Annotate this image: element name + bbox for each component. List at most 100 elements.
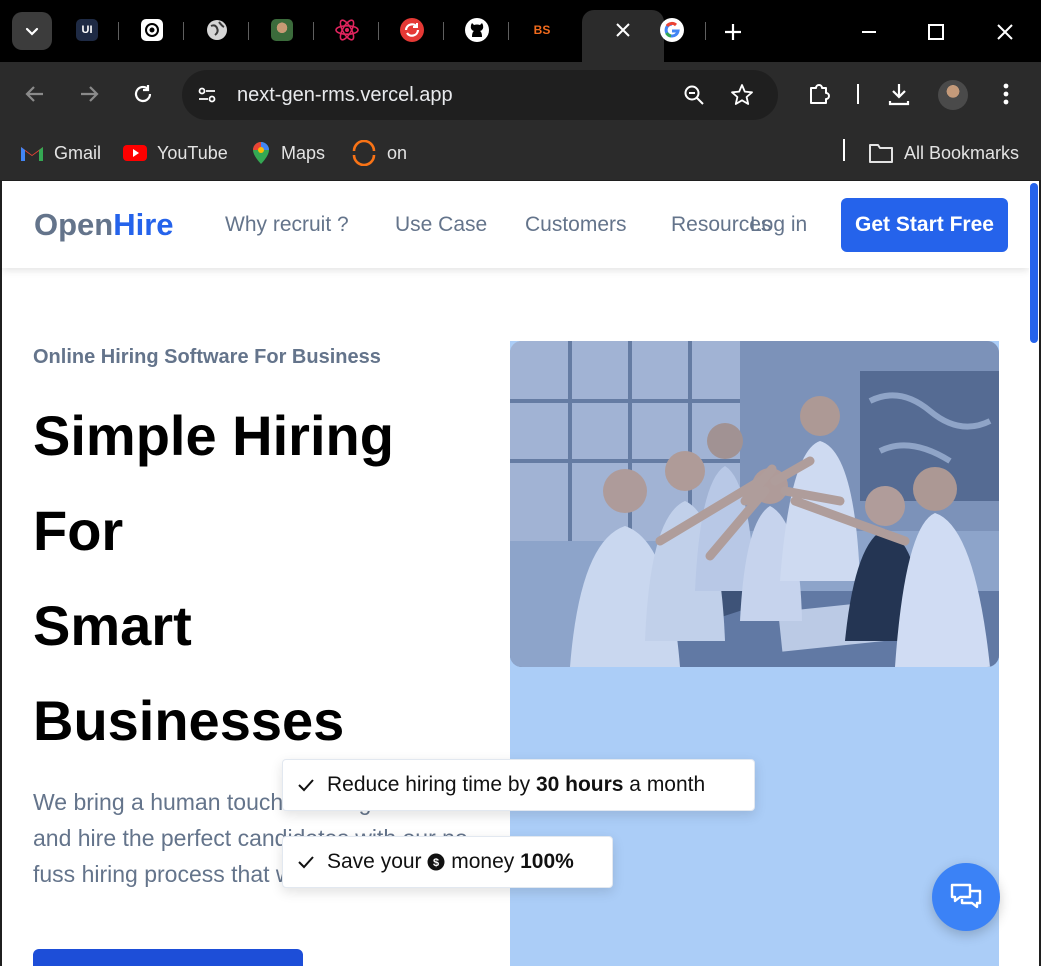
hero-headline-line-4: Businesses xyxy=(33,689,345,752)
site-logo[interactable]: OpenHire xyxy=(34,207,174,243)
check-icon xyxy=(298,779,314,792)
google-icon xyxy=(660,18,684,42)
minimize-button[interactable] xyxy=(855,18,883,46)
bookmark-youtube[interactable]: YouTube xyxy=(123,140,228,166)
bs-icon: BS xyxy=(533,23,551,37)
extensions-button[interactable] xyxy=(803,78,835,110)
hero-eyebrow: Online Hiring Software For Business xyxy=(33,346,381,368)
chip-text-bold: 100% xyxy=(520,850,574,873)
url-text[interactable]: next-gen-rms.vercel.app xyxy=(237,84,453,107)
check-icon xyxy=(298,856,314,869)
globe-icon xyxy=(207,20,227,40)
downloads-button[interactable] xyxy=(883,78,915,110)
bookmark-label: Gmail xyxy=(54,142,102,163)
reload-button[interactable] xyxy=(127,78,159,110)
gmail-icon xyxy=(21,147,43,161)
get-start-free-button[interactable]: Get Start Free xyxy=(841,198,1008,252)
chip-text-pre: Reduce hiring time by xyxy=(327,773,536,796)
tab-google[interactable] xyxy=(640,10,706,50)
hero-headline-line-1: Simple Hiring xyxy=(33,404,394,467)
tab-chatgpt[interactable] xyxy=(120,10,184,50)
tab-github[interactable] xyxy=(445,10,509,50)
maximize-button[interactable] xyxy=(922,18,950,46)
tab-search-button[interactable] xyxy=(12,12,52,50)
tab-react[interactable] xyxy=(315,10,379,50)
toolbar-divider xyxy=(857,84,859,104)
zoom-icon[interactable] xyxy=(682,83,706,107)
page-scrollbar[interactable] xyxy=(1029,181,1039,966)
bookmark-label: Maps xyxy=(281,142,326,163)
close-icon[interactable] xyxy=(615,22,631,38)
star-icon[interactable] xyxy=(730,83,754,107)
all-bookmarks-label: All Bookmarks xyxy=(904,142,1020,163)
bookmark-gmail[interactable]: Gmail xyxy=(20,140,101,166)
browser-menu-button[interactable] xyxy=(990,78,1022,110)
chip-text-post: a month xyxy=(623,773,706,796)
browser-toolbar: next-gen-rms.vercel.app xyxy=(0,62,1041,126)
nav-link-use-case[interactable]: Use Case xyxy=(395,213,487,237)
bookmark-label: YouTube xyxy=(157,142,228,163)
scrollbar-thumb[interactable] xyxy=(1030,183,1038,343)
chat-icon xyxy=(950,883,982,909)
chip-text-mid: money xyxy=(445,850,521,873)
back-button[interactable] xyxy=(19,78,51,110)
address-bar[interactable]: next-gen-rms.vercel.app xyxy=(182,70,778,120)
hero-headline-line-2: For xyxy=(33,499,124,562)
close-window-button[interactable] xyxy=(991,18,1019,46)
dollar-coin-icon: $ xyxy=(427,853,445,871)
tab-globe[interactable] xyxy=(185,10,249,50)
nav-link-why-recruit[interactable]: Why recruit ? xyxy=(225,213,349,237)
sync-icon xyxy=(400,18,424,42)
profile-avatar[interactable] xyxy=(938,80,968,110)
maps-icon xyxy=(253,142,269,164)
youtube-icon xyxy=(123,145,147,161)
logo-part-hire: Hire xyxy=(113,207,174,242)
arrow-left-icon xyxy=(25,86,43,102)
logo-part-open: Open xyxy=(34,207,114,242)
tab-bs[interactable]: BS xyxy=(510,10,574,50)
chevron-down-icon xyxy=(25,27,39,36)
chip-text-bold: 30 hours xyxy=(535,773,624,796)
forward-button[interactable] xyxy=(73,78,105,110)
site-settings-icon[interactable] xyxy=(196,84,218,106)
nav-link-customers[interactable]: Customers xyxy=(525,213,627,237)
team-photo-illustration xyxy=(510,341,999,667)
react-icon xyxy=(335,19,359,41)
bookmark-maps[interactable]: Maps xyxy=(251,140,325,166)
team-high-five-photo xyxy=(510,341,999,667)
all-bookmarks[interactable]: All Bookmarks xyxy=(868,140,1019,166)
maximize-icon xyxy=(928,24,944,40)
page-viewport: OpenHire Why recruit ? Use Case Customer… xyxy=(2,181,1039,966)
bookmark-label: on xyxy=(387,142,408,163)
chip-text-pre: Save your xyxy=(327,850,428,873)
minimize-icon xyxy=(862,31,876,33)
bookmark-on[interactable]: on xyxy=(351,140,407,166)
chatgpt-icon xyxy=(141,19,163,41)
new-tab-button[interactable] xyxy=(719,18,747,46)
hero-cta-button[interactable] xyxy=(33,949,303,966)
bookmarks-bar: Gmail YouTube Maps on All Bookmarks xyxy=(0,126,1041,180)
tab-profile[interactable] xyxy=(250,10,314,50)
uiverse-icon: UI xyxy=(76,19,98,41)
tab-strip: UI BS xyxy=(0,0,1041,62)
close-icon xyxy=(997,24,1013,40)
feature-chip-save-money: Save your $ money 100% xyxy=(282,836,613,888)
login-link[interactable]: Log in xyxy=(750,213,807,237)
bookmarks-divider xyxy=(843,139,845,161)
hero-headline-line-3: Smart xyxy=(33,594,192,657)
loader-icon xyxy=(352,140,376,166)
reload-icon xyxy=(134,85,152,103)
chat-widget-button[interactable] xyxy=(932,863,1000,931)
download-icon xyxy=(888,84,910,106)
tab-uiverse[interactable]: UI xyxy=(55,10,119,50)
plus-icon xyxy=(725,24,741,40)
svg-text:$: $ xyxy=(433,857,439,869)
feature-chip-reduce-time: Reduce hiring time by 30 hours a month xyxy=(282,759,755,811)
site-navbar: OpenHire Why recruit ? Use Case Customer… xyxy=(2,181,1029,268)
profile-photo-icon xyxy=(271,19,293,41)
arrow-right-icon xyxy=(81,86,99,102)
github-icon xyxy=(465,18,489,42)
folder-icon xyxy=(869,144,893,163)
tab-sync[interactable] xyxy=(380,10,444,50)
more-vert-icon xyxy=(1003,83,1009,105)
